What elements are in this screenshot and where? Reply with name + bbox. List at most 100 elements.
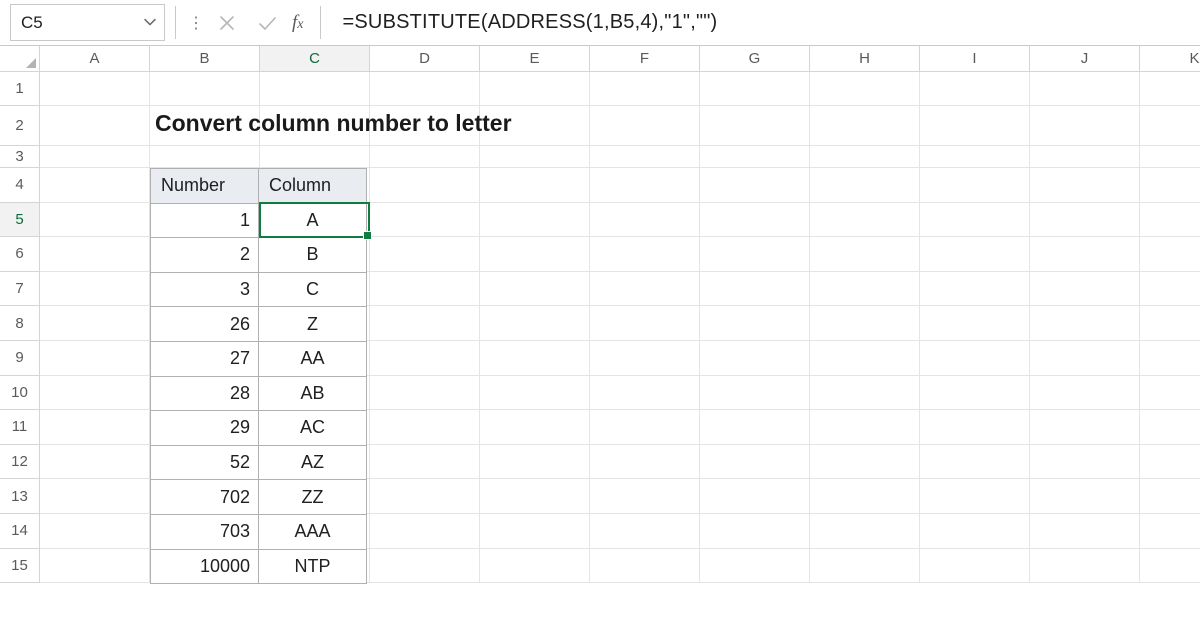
cell[interactable] xyxy=(810,549,920,584)
cell[interactable] xyxy=(590,272,700,307)
cell[interactable] xyxy=(370,549,480,584)
cell[interactable] xyxy=(40,272,150,307)
cell-column[interactable]: Z xyxy=(259,307,367,342)
cell[interactable] xyxy=(370,376,480,411)
row-header-14[interactable]: 14 xyxy=(0,514,40,549)
cell[interactable] xyxy=(920,272,1030,307)
cell[interactable] xyxy=(590,106,700,146)
column-header-D[interactable]: D xyxy=(370,46,480,71)
cell[interactable] xyxy=(480,549,590,584)
cell-number[interactable]: 702 xyxy=(151,480,259,515)
cell[interactable] xyxy=(150,72,260,106)
cell[interactable] xyxy=(260,146,370,168)
cell[interactable] xyxy=(700,106,810,146)
cancel-formula-button[interactable] xyxy=(210,4,244,41)
cell[interactable] xyxy=(1030,203,1140,238)
cell-column[interactable]: AC xyxy=(259,411,367,446)
cell[interactable] xyxy=(590,203,700,238)
cell[interactable] xyxy=(1140,72,1200,106)
row-header-7[interactable]: 7 xyxy=(0,272,40,307)
column-header-A[interactable]: A xyxy=(40,46,150,71)
cell[interactable] xyxy=(810,306,920,341)
cell[interactable] xyxy=(370,168,480,203)
cell[interactable] xyxy=(1030,514,1140,549)
cell[interactable] xyxy=(370,72,480,106)
cell-number[interactable]: 29 xyxy=(151,411,259,446)
cell[interactable] xyxy=(920,237,1030,272)
cell[interactable] xyxy=(590,479,700,514)
cell[interactable] xyxy=(1030,410,1140,445)
cell[interactable] xyxy=(1140,237,1200,272)
cell[interactable] xyxy=(700,376,810,411)
cell[interactable] xyxy=(920,341,1030,376)
cell[interactable] xyxy=(810,341,920,376)
cell[interactable] xyxy=(590,410,700,445)
cell[interactable] xyxy=(1030,341,1140,376)
cell[interactable] xyxy=(480,341,590,376)
cell[interactable] xyxy=(810,410,920,445)
cell[interactable] xyxy=(920,549,1030,584)
cell[interactable] xyxy=(480,445,590,480)
row-header-9[interactable]: 9 xyxy=(0,341,40,376)
cell[interactable] xyxy=(1140,341,1200,376)
cell[interactable] xyxy=(260,72,370,106)
cell[interactable] xyxy=(370,445,480,480)
cell-column[interactable]: AB xyxy=(259,376,367,411)
cell[interactable] xyxy=(700,514,810,549)
cell[interactable] xyxy=(700,237,810,272)
cell[interactable] xyxy=(370,514,480,549)
cell-number[interactable]: 27 xyxy=(151,341,259,376)
cell[interactable] xyxy=(920,376,1030,411)
cell[interactable] xyxy=(810,479,920,514)
cell[interactable] xyxy=(40,341,150,376)
cell[interactable] xyxy=(370,341,480,376)
cell[interactable] xyxy=(1030,72,1140,106)
cell[interactable] xyxy=(700,72,810,106)
cell[interactable] xyxy=(920,445,1030,480)
insert-function-button[interactable]: fx xyxy=(290,4,310,41)
cell[interactable] xyxy=(700,146,810,168)
cell[interactable] xyxy=(480,306,590,341)
select-all-cell[interactable] xyxy=(0,46,40,71)
cell[interactable] xyxy=(1140,203,1200,238)
row-header-6[interactable]: 6 xyxy=(0,237,40,272)
cell[interactable] xyxy=(40,410,150,445)
cell[interactable] xyxy=(810,514,920,549)
cell[interactable] xyxy=(1030,306,1140,341)
cell[interactable] xyxy=(1030,445,1140,480)
row-header-11[interactable]: 11 xyxy=(0,410,40,445)
cell[interactable] xyxy=(1140,146,1200,168)
cell[interactable] xyxy=(1030,237,1140,272)
cell[interactable] xyxy=(480,203,590,238)
cell[interactable] xyxy=(40,106,150,146)
cell-number[interactable]: 1 xyxy=(151,203,259,238)
cell[interactable] xyxy=(1140,106,1200,146)
cell-number[interactable]: 28 xyxy=(151,376,259,411)
cell[interactable] xyxy=(700,272,810,307)
row-header-15[interactable]: 15 xyxy=(0,549,40,584)
cell[interactable] xyxy=(370,272,480,307)
column-header-H[interactable]: H xyxy=(810,46,920,71)
cell[interactable] xyxy=(1030,272,1140,307)
cell[interactable] xyxy=(810,237,920,272)
column-header-G[interactable]: G xyxy=(700,46,810,71)
table-header-column[interactable]: Column xyxy=(259,169,367,204)
row-header-3[interactable]: 3 xyxy=(0,146,40,168)
cell[interactable] xyxy=(480,146,590,168)
cell[interactable] xyxy=(1030,106,1140,146)
cell[interactable] xyxy=(920,106,1030,146)
cell[interactable] xyxy=(1140,479,1200,514)
cell[interactable] xyxy=(590,376,700,411)
cell[interactable] xyxy=(40,237,150,272)
cell[interactable] xyxy=(810,445,920,480)
cell[interactable] xyxy=(480,376,590,411)
cell[interactable] xyxy=(370,203,480,238)
drag-handle-icon[interactable]: ⋮ xyxy=(186,4,204,41)
cell[interactable] xyxy=(1140,514,1200,549)
cell-number[interactable]: 2 xyxy=(151,238,259,273)
cell[interactable] xyxy=(700,549,810,584)
cell-column[interactable]: AZ xyxy=(259,445,367,480)
column-header-E[interactable]: E xyxy=(480,46,590,71)
cell[interactable] xyxy=(370,237,480,272)
cell-number[interactable]: 52 xyxy=(151,445,259,480)
